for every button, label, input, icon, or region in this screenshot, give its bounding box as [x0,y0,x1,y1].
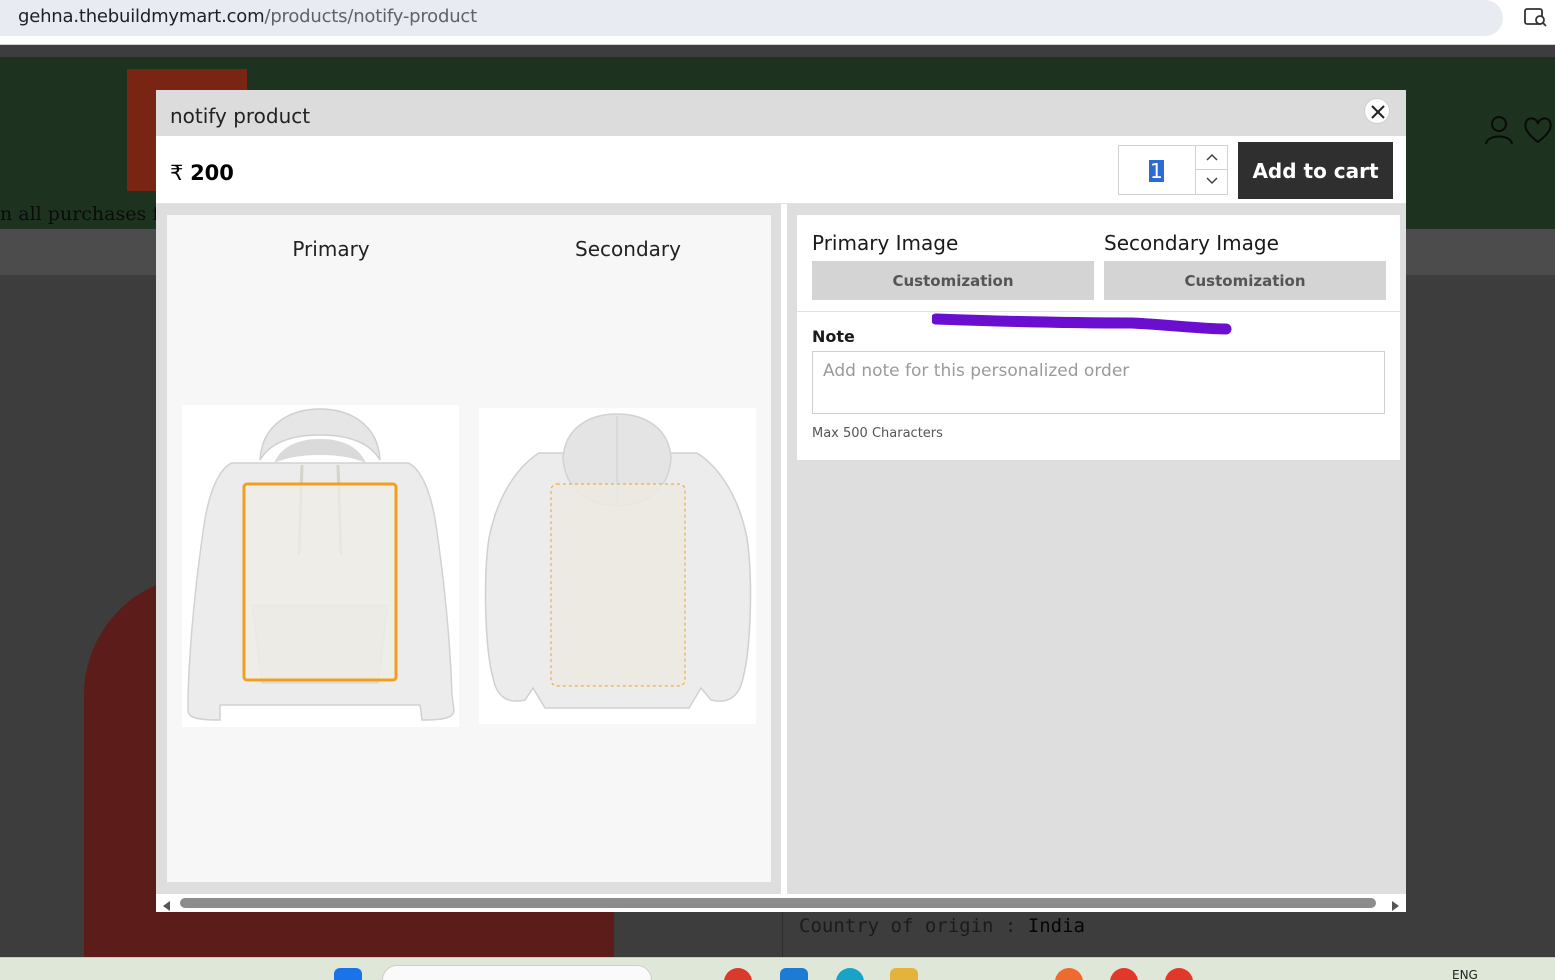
note-char-limit: Max 500 Characters [812,426,943,441]
url-path: /products/notify-product [264,6,477,27]
quantity-value[interactable]: 1 [1149,160,1164,182]
origin-value: India [1027,915,1085,937]
hoodie-back-image [479,408,756,724]
address-text[interactable]: gehna.thebuildmymart.com/products/notify… [18,6,477,27]
scroll-left-icon[interactable] [162,898,172,916]
panel-splitter [781,204,787,894]
product-preview-panel: Primary Secondary [167,215,771,882]
modal-body: Primary Secondary Primary Image Secondar… [156,204,1406,894]
browser-toolbar: gehna.thebuildmymart.com/products/notify… [0,0,1555,45]
quantity-stepper[interactable]: 1 [1118,145,1228,195]
app-icon[interactable] [1165,968,1193,980]
primary-customization-button[interactable]: Customization [812,261,1094,300]
user-icon[interactable] [1484,115,1514,145]
secondary-customization-button[interactable]: Customization [1104,261,1386,300]
note-label: Note [812,327,855,346]
close-button[interactable] [1364,98,1390,124]
add-to-cart-button[interactable]: Add to cart [1238,142,1393,199]
secondary-image-heading: Secondary Image [1104,231,1279,255]
horizontal-scrollbar[interactable] [156,894,1406,912]
notify-product-modal: notify product ₹ 200 1 Add to cart Prima… [156,90,1406,912]
note-textarea[interactable] [812,351,1385,414]
scrollbar-thumb[interactable] [180,898,1376,908]
taskbar-search[interactable] [382,965,652,980]
app-icon[interactable] [780,968,808,980]
promo-banner-text: n all purchases fo [0,203,171,225]
quantity-decrement[interactable] [1195,170,1228,195]
price-row: ₹ 200 1 Add to cart [156,136,1406,204]
annotation-scribble [930,309,1232,339]
price-amount: 200 [190,161,234,185]
app-icon[interactable] [836,968,864,980]
currency-symbol: ₹ [170,161,184,185]
customization-panel: Primary Image Secondary Image Customizat… [797,215,1400,460]
taskbar: ENG [0,957,1555,980]
info-divider [782,905,783,957]
start-icon[interactable] [334,968,362,980]
secondary-preview-label: Secondary [575,237,681,261]
url-domain: gehna.thebuildmymart.com [18,6,265,27]
primary-preview-label: Primary [292,237,370,261]
quantity-increment[interactable] [1195,146,1228,170]
origin-label: Country of origin : [799,915,1028,937]
scroll-right-icon[interactable] [1390,898,1400,916]
address-bar[interactable]: gehna.thebuildmymart.com/products/notify… [0,0,1503,36]
country-of-origin: Country of origin : India [799,915,1085,937]
primary-image-heading: Primary Image [812,231,959,255]
app-icon[interactable] [724,968,752,980]
folder-icon[interactable] [890,968,918,980]
app-icon[interactable] [1110,968,1138,980]
modal-title: notify product [170,104,311,128]
tab-search-icon[interactable] [1524,6,1548,28]
app-icon[interactable] [1055,968,1083,980]
heart-icon[interactable] [1522,115,1554,145]
hoodie-front-image [182,405,459,727]
product-price: ₹ 200 [170,161,234,185]
modal-header: notify product [156,90,1406,136]
language-indicator[interactable]: ENG [1452,968,1478,980]
